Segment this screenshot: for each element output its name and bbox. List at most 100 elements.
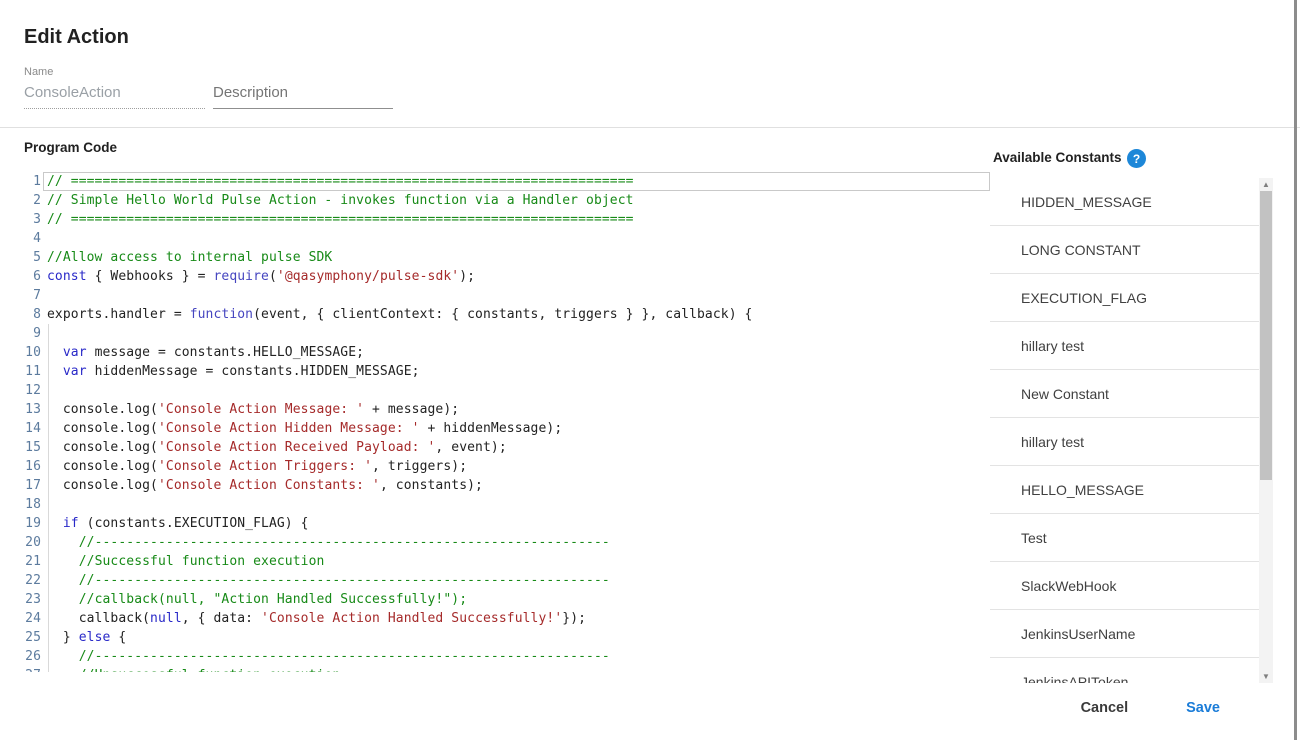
code-line[interactable]: 13 console.log('Console Action Message: … [24,400,990,419]
line-number: 13 [24,400,41,419]
line-number: 18 [24,495,41,514]
line-number: 22 [24,571,41,590]
code-line-text[interactable]: // Simple Hello World Pulse Action - inv… [43,191,990,210]
help-icon[interactable]: ? [1127,149,1146,168]
constant-item[interactable]: HELLO_MESSAGE [990,466,1259,514]
constant-item[interactable]: EXECUTION_FLAG [990,274,1259,322]
code-line-text[interactable]: // =====================================… [43,210,990,229]
code-line[interactable]: 25 } else { [24,628,990,647]
line-number: 26 [24,647,41,666]
constants-scrollbar[interactable]: ▲ ▼ [1259,178,1273,683]
line-number: 7 [24,286,41,305]
code-line[interactable]: 3// ====================================… [24,210,990,229]
line-number: 11 [24,362,41,381]
code-line[interactable]: 8exports.handler = function(event, { cli… [24,305,990,324]
code-line[interactable]: 18 [24,495,990,514]
code-line[interactable]: 16 console.log('Console Action Triggers:… [24,457,990,476]
code-line[interactable]: 20 //-----------------------------------… [24,533,990,552]
constant-item[interactable]: JenkinsUserName [990,610,1259,658]
code-line-text[interactable]: //callback(null, "Action Handled Success… [43,590,990,609]
code-line[interactable]: 6const { Webhooks } = require('@qasympho… [24,267,990,286]
program-code-label: Program Code [24,140,117,155]
constant-item[interactable]: HIDDEN_MESSAGE [990,178,1259,226]
code-line[interactable]: 7 [24,286,990,305]
code-line-text[interactable]: // =====================================… [43,172,990,191]
code-line-text[interactable] [43,495,990,514]
save-button[interactable]: Save [1186,700,1220,716]
code-line[interactable]: 24 callback(null, { data: 'Console Actio… [24,609,990,628]
code-line-text[interactable]: console.log('Console Action Triggers: ',… [43,457,990,476]
scrollbar-down-icon[interactable]: ▼ [1259,670,1273,683]
code-line-text[interactable]: //--------------------------------------… [43,647,990,666]
code-line-text[interactable]: //Allow access to internal pulse SDK [43,248,990,267]
code-line[interactable]: 15 console.log('Console Action Received … [24,438,990,457]
code-line-text[interactable]: console.log('Console Action Message: ' +… [43,400,990,419]
constant-item[interactable]: hillary test [990,418,1259,466]
constant-item[interactable]: SlackWebHook [990,562,1259,610]
line-number: 15 [24,438,41,457]
code-line-text[interactable]: const { Webhooks } = require('@qasymphon… [43,267,990,286]
code-line[interactable]: 19 if (constants.EXECUTION_FLAG) { [24,514,990,533]
window-right-edge [1294,0,1297,740]
line-number: 17 [24,476,41,495]
code-line-text[interactable] [43,286,990,305]
code-line[interactable]: 22 //-----------------------------------… [24,571,990,590]
code-line-text[interactable]: if (constants.EXECUTION_FLAG) { [43,514,990,533]
name-field-label: Name [24,66,53,78]
line-number: 20 [24,533,41,552]
code-line-text[interactable]: console.log('Console Action Hidden Messa… [43,419,990,438]
code-line[interactable]: 12 [24,381,990,400]
constant-item[interactable]: JenkinsAPIToken [990,658,1259,683]
footer: Cancel Save [0,700,1273,716]
code-line[interactable]: 14 console.log('Console Action Hidden Me… [24,419,990,438]
code-line[interactable]: 2// Simple Hello World Pulse Action - in… [24,191,990,210]
code-line[interactable]: 9 [24,324,990,343]
line-number: 1 [24,172,41,191]
scrollbar-up-icon[interactable]: ▲ [1259,178,1273,191]
constant-item[interactable]: LONG CONSTANT [990,226,1259,274]
code-line[interactable]: 23 //callback(null, "Action Handled Succ… [24,590,990,609]
code-line[interactable]: 26 //-----------------------------------… [24,647,990,666]
available-constants-title: Available Constants [993,150,1122,165]
line-number: 24 [24,609,41,628]
code-line-text[interactable] [43,229,990,248]
code-line-text[interactable]: var hiddenMessage = constants.HIDDEN_MES… [43,362,990,381]
code-line[interactable]: 1// ====================================… [24,172,990,191]
description-input[interactable]: Description [213,84,393,109]
line-number: 25 [24,628,41,647]
code-line-text[interactable] [43,381,990,400]
code-line-text[interactable]: var message = constants.HELLO_MESSAGE; [43,343,990,362]
code-line[interactable]: 4 [24,229,990,248]
code-line-text[interactable]: //--------------------------------------… [43,571,990,590]
code-line-text[interactable]: } else { [43,628,990,647]
code-line-text[interactable]: exports.handler = function(event, { clie… [43,305,990,324]
code-line-text[interactable]: //Successful function execution [43,552,990,571]
constant-item[interactable]: New Constant [990,370,1259,418]
line-number: 3 [24,210,41,229]
code-line-text[interactable]: callback(null, { data: 'Console Action H… [43,609,990,628]
code-editor[interactable]: 1// ====================================… [24,172,990,672]
code-line-text[interactable]: //--------------------------------------… [43,533,990,552]
line-number: 21 [24,552,41,571]
code-line[interactable]: 27 //Unsuccessful function execution [24,666,990,672]
line-number: 9 [24,324,41,343]
code-line-text[interactable]: console.log('Console Action Constants: '… [43,476,990,495]
line-number: 4 [24,229,41,248]
scrollbar-thumb[interactable] [1260,191,1272,480]
code-line[interactable]: 10 var message = constants.HELLO_MESSAGE… [24,343,990,362]
line-number: 14 [24,419,41,438]
line-number: 2 [24,191,41,210]
code-line[interactable]: 11 var hiddenMessage = constants.HIDDEN_… [24,362,990,381]
constant-item[interactable]: hillary test [990,322,1259,370]
code-line-text[interactable]: //Unsuccessful function execution [43,666,990,672]
cancel-button[interactable]: Cancel [1081,700,1129,716]
code-line[interactable]: 21 //Successful function execution [24,552,990,571]
constant-item[interactable]: Test [990,514,1259,562]
code-line-text[interactable] [43,324,990,343]
code-line-text[interactable]: console.log('Console Action Received Pay… [43,438,990,457]
line-number: 10 [24,343,41,362]
code-line[interactable]: 5//Allow access to internal pulse SDK [24,248,990,267]
line-number: 19 [24,514,41,533]
code-line[interactable]: 17 console.log('Console Action Constants… [24,476,990,495]
constants-list: HIDDEN_MESSAGELONG CONSTANTEXECUTION_FLA… [990,178,1273,683]
